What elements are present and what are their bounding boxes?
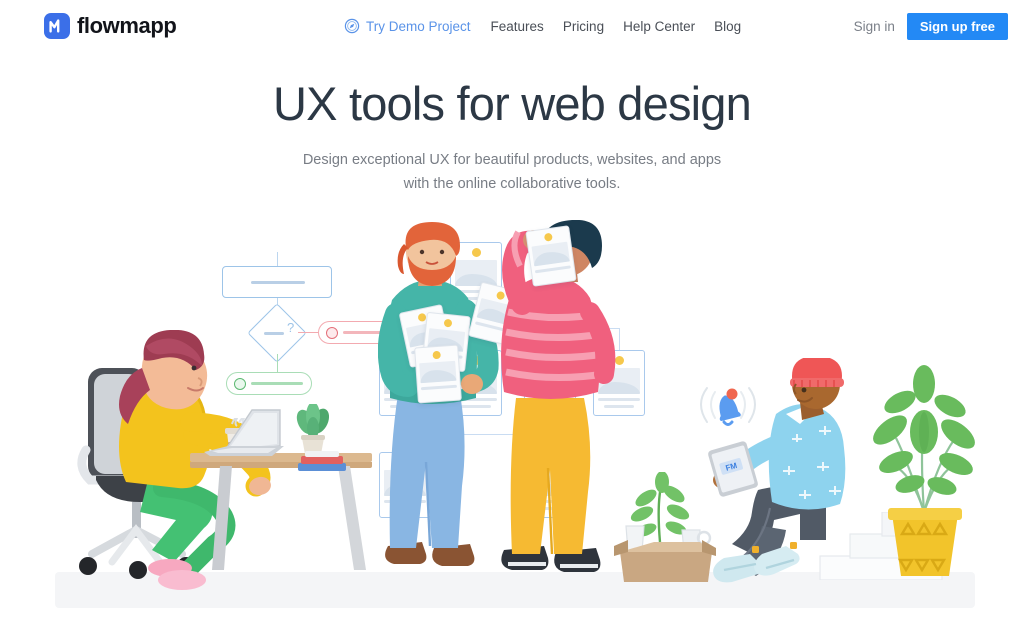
desk-legs (190, 466, 372, 578)
bearded-man (377, 222, 500, 588)
hero-subtitle-line-2: with the online collaborative tools. (403, 175, 621, 192)
flow-node-rect (222, 266, 332, 298)
brand-logo[interactable]: flowmapp (44, 13, 177, 39)
nav-item-pricing[interactable]: Pricing (558, 19, 618, 34)
landing-page: flowmapp Try Demo Project Features Prici… (0, 0, 1024, 630)
hero-section: UX tools for web design Design exception… (0, 77, 1024, 197)
succulent-plant (294, 402, 332, 456)
brand-name: flowmapp (77, 13, 177, 38)
nav-item-features[interactable]: Features (491, 19, 558, 34)
nav-item-try-demo-project[interactable]: Try Demo Project (344, 18, 471, 34)
compass-icon (344, 18, 360, 34)
page-icon (543, 232, 553, 242)
page-card[interactable] (414, 344, 462, 404)
hero-subtitle: Design exceptional UX for beautiful prod… (0, 149, 1024, 197)
page-icon (443, 318, 453, 328)
auth-actions: Sign in Sign up free (854, 13, 1008, 40)
book-stack (296, 450, 348, 472)
page-icon (432, 350, 441, 360)
page-card[interactable] (525, 225, 577, 287)
nav-item-help-center[interactable]: Help Center (618, 19, 709, 34)
page-title: UX tools for web design (273, 77, 752, 130)
nav-item-try-demo-project-label: Try Demo Project (366, 18, 471, 34)
page-thumbnail (531, 241, 570, 267)
nav-item-blog[interactable]: Blog (709, 19, 755, 34)
potted-plant (866, 362, 984, 578)
hero-illustration: ? FM (0, 200, 1024, 630)
flow-connector (277, 252, 279, 266)
flowmapp-logo-icon (44, 13, 70, 39)
page-thumbnail (419, 360, 457, 384)
laptop[interactable] (198, 406, 284, 458)
main-navigation: Try Demo Project Features Pricing Help C… (344, 18, 755, 34)
sign-in-link[interactable]: Sign in (854, 19, 895, 34)
site-header: flowmapp Try Demo Project Features Prici… (0, 0, 1024, 52)
hero-subtitle-line-1: Design exceptional UX for beautiful prod… (302, 151, 722, 168)
sign-up-free-button[interactable]: Sign up free (906, 13, 1008, 40)
